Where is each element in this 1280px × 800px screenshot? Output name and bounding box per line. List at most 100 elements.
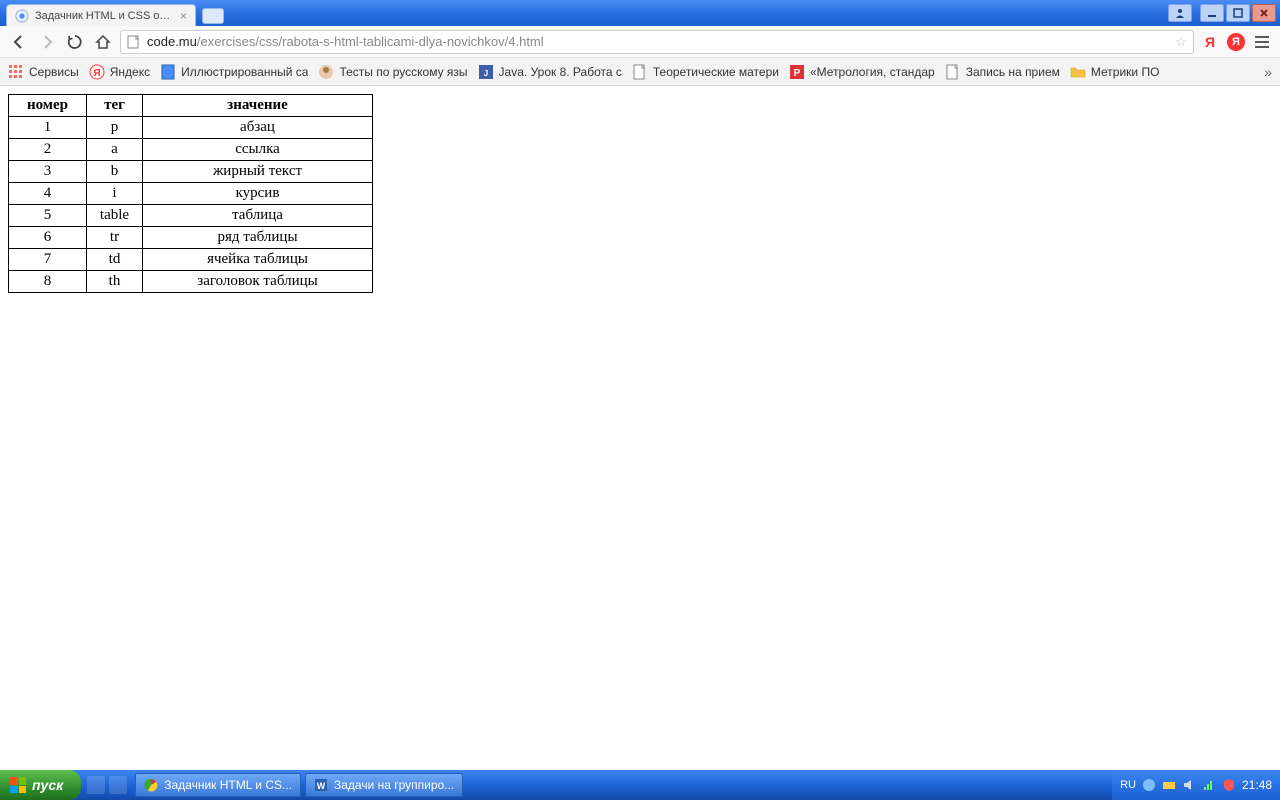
bookmark-star-icon[interactable]: ☆ <box>1175 34 1187 50</box>
task-label: Задачи на группиро... <box>334 778 454 792</box>
browser-tab-active[interactable]: Задачник HTML и CSS от Тр × <box>6 4 196 26</box>
taskbar-clock[interactable]: 21:48 <box>1242 778 1272 792</box>
table-cell: жирный текст <box>143 161 373 183</box>
bookmark-label: Тесты по русскому язы <box>339 65 467 79</box>
window-minimize-button[interactable] <box>1200 4 1224 22</box>
bookmark-item[interactable]: Иллюстрированный са <box>160 64 308 80</box>
th-number: номер <box>9 95 87 117</box>
bookmark-icon <box>945 64 961 80</box>
bookmark-label: Запись на прием <box>966 65 1060 79</box>
svg-text:W: W <box>317 781 326 791</box>
bookmark-label: «Метрология, стандар <box>810 65 935 79</box>
th-tag: тег <box>87 95 143 117</box>
nav-forward-button[interactable] <box>36 31 58 53</box>
bookmark-item[interactable]: Сервисы <box>8 64 79 80</box>
tab-title: Задачник HTML и CSS от Тр <box>35 10 174 22</box>
table-cell: a <box>87 139 143 161</box>
browser-toolbar: code.mu/exercises/css/rabota-s-html-tabl… <box>0 26 1280 58</box>
task-icon: W <box>314 778 328 792</box>
window-maximize-button[interactable] <box>1226 4 1250 22</box>
table-row: 1pабзац <box>9 117 373 139</box>
address-bar[interactable]: code.mu/exercises/css/rabota-s-html-tabl… <box>120 30 1194 54</box>
tab-favicon <box>15 9 29 23</box>
table-cell: b <box>87 161 143 183</box>
extension-yandex-badge[interactable]: Я <box>1226 32 1246 52</box>
start-label: пуск <box>32 777 63 793</box>
table-cell: th <box>87 271 143 293</box>
table-cell: ссылка <box>143 139 373 161</box>
bookmark-icon: J <box>478 64 494 80</box>
svg-text:P: P <box>794 68 801 79</box>
bookmark-icon <box>1070 64 1086 80</box>
table-row: 6trряд таблицы <box>9 227 373 249</box>
extension-yandex-letter[interactable]: Я <box>1200 32 1220 52</box>
table-cell: 6 <box>9 227 87 249</box>
tray-shield-icon[interactable] <box>1222 778 1236 792</box>
bookmark-item[interactable]: Тесты по русскому язы <box>318 64 467 80</box>
table-cell: p <box>87 117 143 139</box>
taskbar-tasks: Задачник HTML и CS... W Задачи на группиро… <box>133 773 465 797</box>
tab-close-icon[interactable]: × <box>180 9 187 23</box>
system-tray: RU 21:48 <box>1112 770 1280 800</box>
table-cell: tr <box>87 227 143 249</box>
window-close-button[interactable] <box>1252 4 1276 22</box>
tray-volume-icon[interactable] <box>1182 778 1196 792</box>
taskbar-task[interactable]: W Задачи на группиро... <box>305 773 463 797</box>
tags-table: номер тег значение 1pабзац2aссылка3bжирн… <box>8 94 373 293</box>
tabstrip: Задачник HTML и CSS от Тр × <box>6 0 224 26</box>
table-cell: i <box>87 183 143 205</box>
language-indicator[interactable]: RU <box>1120 779 1136 791</box>
table-cell: 1 <box>9 117 87 139</box>
bookmark-item[interactable]: Я Яндекс <box>89 64 150 80</box>
url-text: code.mu/exercises/css/rabota-s-html-tabl… <box>147 34 1169 49</box>
bookmark-icon: Я <box>89 64 105 80</box>
bookmark-item[interactable]: JJava. Урок 8. Работа с <box>478 64 622 80</box>
bookmark-icon <box>632 64 648 80</box>
window-user-icon[interactable] <box>1168 4 1192 22</box>
bookmark-item[interactable]: Запись на прием <box>945 64 1060 80</box>
table-cell: таблица <box>143 205 373 227</box>
table-body: 1pабзац2aссылка3bжирный текст4iкурсив5ta… <box>9 117 373 293</box>
new-tab-button[interactable] <box>202 8 224 24</box>
bookmark-item[interactable]: P «Метрология, стандар <box>789 64 935 80</box>
bookmark-label: Метрики ПО <box>1091 65 1160 79</box>
bookmark-label: Теоретические матери <box>653 65 779 79</box>
table-cell: заголовок таблицы <box>143 271 373 293</box>
svg-text:Я: Я <box>93 68 100 79</box>
bookmark-label: Яндекс <box>110 65 150 79</box>
window-controls <box>1168 3 1276 23</box>
tray-network-icon[interactable] <box>1202 778 1216 792</box>
table-cell: 3 <box>9 161 87 183</box>
bookmark-icon <box>160 64 176 80</box>
bookmarks-overflow-button[interactable]: » <box>1264 64 1272 80</box>
bookmark-item[interactable]: Теоретические матери <box>632 64 779 80</box>
table-cell: 7 <box>9 249 87 271</box>
nav-reload-button[interactable] <box>64 31 86 53</box>
table-row: 3bжирный текст <box>9 161 373 183</box>
table-cell: 5 <box>9 205 87 227</box>
nav-back-button[interactable] <box>8 31 30 53</box>
bookmark-icon <box>8 64 24 80</box>
bookmark-item[interactable]: Метрики ПО <box>1070 64 1160 80</box>
taskbar-task[interactable]: Задачник HTML и CS... <box>135 773 301 797</box>
page-icon <box>127 35 141 49</box>
table-row: 5tableтаблица <box>9 205 373 227</box>
bookmark-icon <box>318 64 334 80</box>
table-cell: ряд таблицы <box>143 227 373 249</box>
bookmarks-bar: Сервисы Я Яндекс Иллюстрированный са Тесты п… <box>0 58 1280 86</box>
table-row: 4iкурсив <box>9 183 373 205</box>
nav-home-button[interactable] <box>92 31 114 53</box>
quick-launch <box>87 776 127 794</box>
tray-icon[interactable] <box>1142 778 1156 792</box>
start-button[interactable]: пуск <box>0 770 81 800</box>
table-row: 8thзаголовок таблицы <box>9 271 373 293</box>
table-cell: 4 <box>9 183 87 205</box>
table-cell: курсив <box>143 183 373 205</box>
table-cell: 2 <box>9 139 87 161</box>
table-cell: ячейка таблицы <box>143 249 373 271</box>
page-content: номер тег значение 1pабзац2aссылка3bжирн… <box>0 86 1280 770</box>
browser-menu-button[interactable] <box>1252 32 1272 52</box>
quick-launch-item[interactable] <box>87 776 105 794</box>
tray-icon[interactable] <box>1162 778 1176 792</box>
quick-launch-item[interactable] <box>109 776 127 794</box>
